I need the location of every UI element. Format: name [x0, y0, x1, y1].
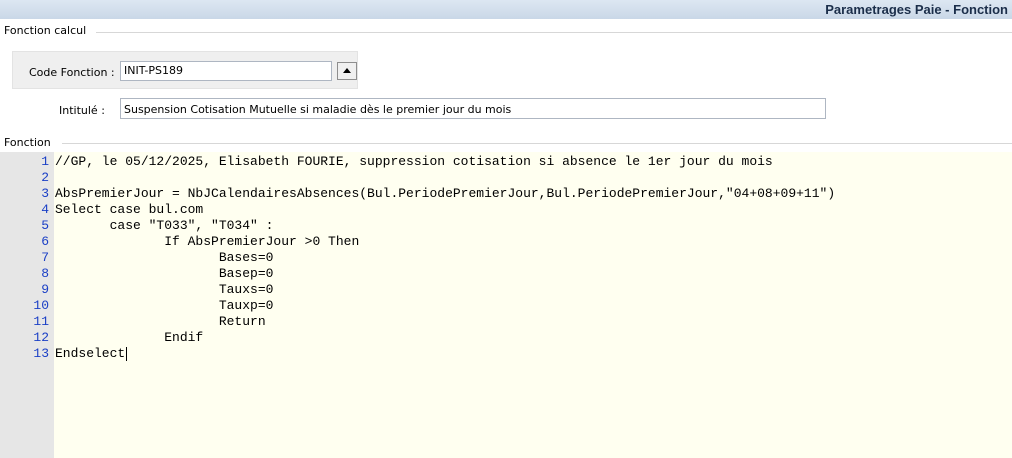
line-number: 10 — [33, 298, 49, 313]
code-text: case "T033", "T034" : — [55, 218, 274, 233]
line-number: 7 — [41, 250, 49, 265]
code-editor[interactable]: 1 //GP, le 05/12/2025, Elisabeth FOURIE, … — [0, 152, 1012, 458]
code-line[interactable]: 4 Select case bul.com — [0, 202, 835, 218]
code-text: Endselect — [55, 346, 126, 361]
line-number: 6 — [41, 234, 49, 249]
code-line[interactable]: 7 Bases=0 — [0, 250, 835, 266]
code-text: Return — [55, 314, 266, 329]
code-line[interactable]: 5 case "T033", "T034" : — [0, 218, 835, 234]
code-fonction-label: Code Fonction : — [29, 66, 115, 79]
code-line[interactable]: 3 AbsPremierJour = NbJCalendairesAbsences… — [0, 186, 835, 202]
fonction-calcul-divider — [96, 32, 1012, 33]
code-line[interactable]: 13 Endselect — [0, 346, 835, 362]
code-line[interactable]: 11 Return — [0, 314, 835, 330]
code-line[interactable]: 12 Endif — [0, 330, 835, 346]
line-number: 4 — [41, 202, 49, 217]
code-fonction-input[interactable]: INIT-PS189 — [120, 61, 332, 81]
line-number: 13 — [33, 346, 49, 361]
code-text: Endif — [55, 330, 204, 345]
code-line[interactable]: 1 //GP, le 05/12/2025, Elisabeth FOURIE, … — [0, 154, 835, 170]
code-lines: 1 //GP, le 05/12/2025, Elisabeth FOURIE, … — [0, 154, 835, 362]
intitule-label: Intitulé : — [59, 104, 105, 117]
line-number: 5 — [41, 218, 49, 233]
fonction-group-label: Fonction — [4, 136, 55, 149]
code-text: If AbsPremierJour >0 Then — [55, 234, 360, 249]
fonction-divider — [62, 143, 1012, 144]
code-text: Basep=0 — [55, 266, 274, 281]
code-line[interactable]: 8 Basep=0 — [0, 266, 835, 282]
line-number: 3 — [41, 186, 49, 201]
code-line[interactable]: 10 Tauxp=0 — [0, 298, 835, 314]
code-line[interactable]: 6 If AbsPremierJour >0 Then — [0, 234, 835, 250]
line-number: 2 — [41, 170, 49, 185]
text-cursor — [126, 346, 128, 361]
code-text: AbsPremierJour = NbJCalendairesAbsences(… — [55, 186, 836, 201]
triangle-up-icon — [343, 68, 351, 73]
code-text: Tauxp=0 — [55, 298, 274, 313]
line-number: 12 — [33, 330, 49, 345]
window-title: Parametrages Paie - Fonction — [825, 2, 1008, 17]
line-number: 9 — [41, 282, 49, 297]
line-number: 8 — [41, 266, 49, 281]
intitule-input[interactable]: Suspension Cotisation Mutuelle si maladi… — [120, 98, 826, 119]
code-fonction-dropdown-button[interactable] — [337, 62, 357, 80]
title-bar: Parametrages Paie - Fonction — [0, 0, 1012, 19]
code-text: //GP, le 05/12/2025, Elisabeth FOURIE, s… — [55, 154, 773, 169]
code-line[interactable]: 9 Tauxs=0 — [0, 282, 835, 298]
code-line[interactable]: 2 — [0, 170, 835, 186]
line-number: 1 — [41, 154, 49, 169]
code-text: Bases=0 — [55, 250, 274, 265]
fonction-calcul-group-label: Fonction calcul — [4, 24, 91, 37]
code-text: Tauxs=0 — [55, 282, 274, 297]
line-number: 11 — [33, 314, 49, 329]
code-text: Select case bul.com — [55, 202, 204, 217]
